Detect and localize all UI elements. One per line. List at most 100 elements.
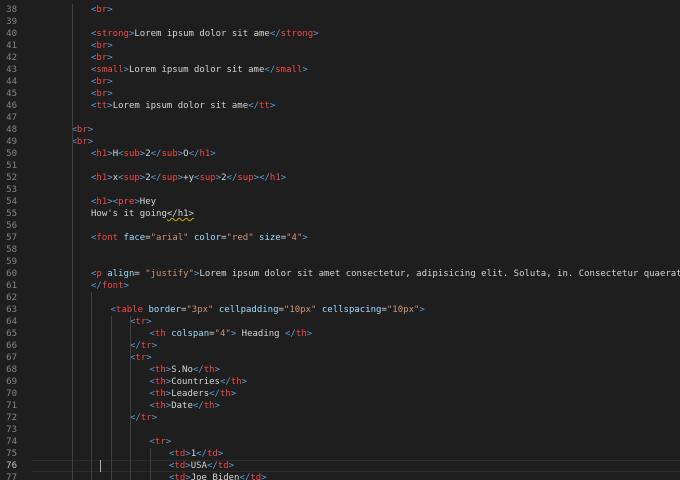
code-token: tr (140, 341, 152, 351)
code-line: <td>Joe Biden</td> (169, 472, 267, 480)
indent-guide (149, 448, 151, 480)
line-number: 77 (6, 473, 17, 480)
code-token: = (134, 269, 146, 279)
code-line: <td>1</td> (169, 448, 223, 460)
code-token: sub (123, 149, 140, 159)
code-token: Lorem ipsum dolor sit ame (112, 101, 249, 111)
code-token: th (154, 377, 166, 387)
indent-guide (91, 292, 92, 480)
code-token: Date (171, 401, 193, 411)
line-number: 61 (6, 281, 17, 291)
line-number: 74 (6, 437, 17, 447)
code-token: br (76, 125, 88, 135)
code-token: td (206, 449, 218, 459)
code-token: Leaders (171, 389, 210, 399)
code-token: br (96, 89, 108, 99)
code-line: <small>Lorem ipsum dolor sit ame</small> (91, 64, 308, 76)
code-token: strong (96, 29, 129, 39)
code-token: small (275, 65, 303, 75)
code-line: <h1><pre>Hey (91, 196, 156, 208)
code-token: tt (96, 101, 108, 111)
code-token: </h1> (166, 209, 194, 219)
line-number: 44 (6, 77, 17, 87)
code-editor[interactable]: 38 39 40 41 42 43 44 45 46 47 48 49 50 51 52 53 54 55 56 57… (0, 0, 680, 480)
code-token: td (217, 461, 229, 471)
code-token: > (302, 65, 308, 75)
code-token: th (203, 365, 215, 375)
code-token: h1 (96, 173, 108, 183)
code-token: tr (135, 353, 147, 363)
code-token: "10px" (283, 305, 317, 315)
code-token: sub (161, 149, 178, 159)
line-number: 75 (6, 449, 17, 459)
code-token: td (174, 473, 186, 480)
code-token: </ (226, 173, 238, 183)
code-token: "justify" (145, 269, 194, 279)
code-token: Lorem ipsum dolor sit ame (134, 29, 270, 39)
code-token: font (101, 281, 124, 291)
code-token: h1 (199, 149, 211, 159)
line-number-gutter[interactable]: 38 39 40 41 42 43 44 45 46 47 48 49 50 51 52 53 54 55 56 57… (0, 0, 32, 480)
indent-guide (71, 4, 73, 480)
code-token: sup (161, 173, 178, 183)
code-line: <h1>H<sub>2</sub>O</h1> (91, 148, 216, 160)
line-number: 42 (6, 53, 17, 63)
code-token: > (107, 77, 113, 87)
code-token: > (107, 41, 113, 51)
line-number: 65 (6, 329, 17, 339)
code-line: <td>USA</td> (169, 460, 234, 472)
code-token: </ (91, 281, 102, 291)
code-token: pre (118, 197, 135, 207)
code-token: "arial" (150, 233, 189, 243)
line-number: 59 (6, 257, 17, 267)
code-token: size (259, 233, 281, 243)
code-token: Joe Biden (190, 473, 240, 480)
code-token: Lorem ipsum dolor sit amet consectetur, … (199, 269, 680, 279)
code-token: th (154, 365, 166, 375)
code-token: cellpadding (218, 305, 279, 315)
code-token: > (87, 137, 94, 147)
code-token: th (230, 377, 242, 387)
code-token: td (250, 473, 262, 480)
line-number: 71 (6, 401, 17, 411)
code-token: "red" (226, 233, 254, 243)
code-token: border (148, 305, 181, 315)
code-token: > (217, 449, 224, 459)
code-token: > (269, 101, 276, 111)
code-token: sup (123, 173, 140, 183)
code-token: color (194, 233, 222, 243)
code-line: <br> (91, 4, 113, 16)
line-number: 57 (6, 233, 17, 243)
code-token: </ (219, 377, 231, 387)
line-number: 66 (6, 341, 17, 351)
code-token: > (306, 329, 313, 339)
code-token: br (96, 77, 108, 87)
code-token: th (295, 329, 307, 339)
code-token: tr (154, 437, 166, 447)
code-token: h1 (96, 197, 108, 207)
code-token: </ (130, 341, 141, 351)
code-token: sup (237, 173, 254, 183)
code-token: > (313, 29, 319, 39)
code-line: <th>Countries</th> (150, 376, 248, 388)
code-token: </ (206, 461, 218, 471)
line-number: 55 (6, 209, 17, 219)
code-line: <br> (91, 88, 113, 100)
code-token: br (96, 5, 108, 15)
code-token: > (230, 389, 237, 399)
line-number: 58 (6, 245, 17, 255)
line-number: 56 (6, 221, 17, 231)
code-token: S.No (171, 365, 193, 375)
line-number: 52 (6, 173, 17, 183)
code-token: align (107, 269, 135, 279)
line-number: 72 (6, 413, 17, 423)
code-token: Hey (139, 197, 157, 207)
code-token: br (96, 41, 108, 51)
code-line: <tr> (150, 436, 172, 448)
code-line: <th>S.No</th> (150, 364, 220, 376)
line-number: 45 (6, 89, 17, 99)
code-token: </ (209, 389, 220, 399)
code-token: table (115, 305, 144, 315)
line-number: 49 (6, 137, 17, 147)
code-token: th (154, 401, 166, 411)
